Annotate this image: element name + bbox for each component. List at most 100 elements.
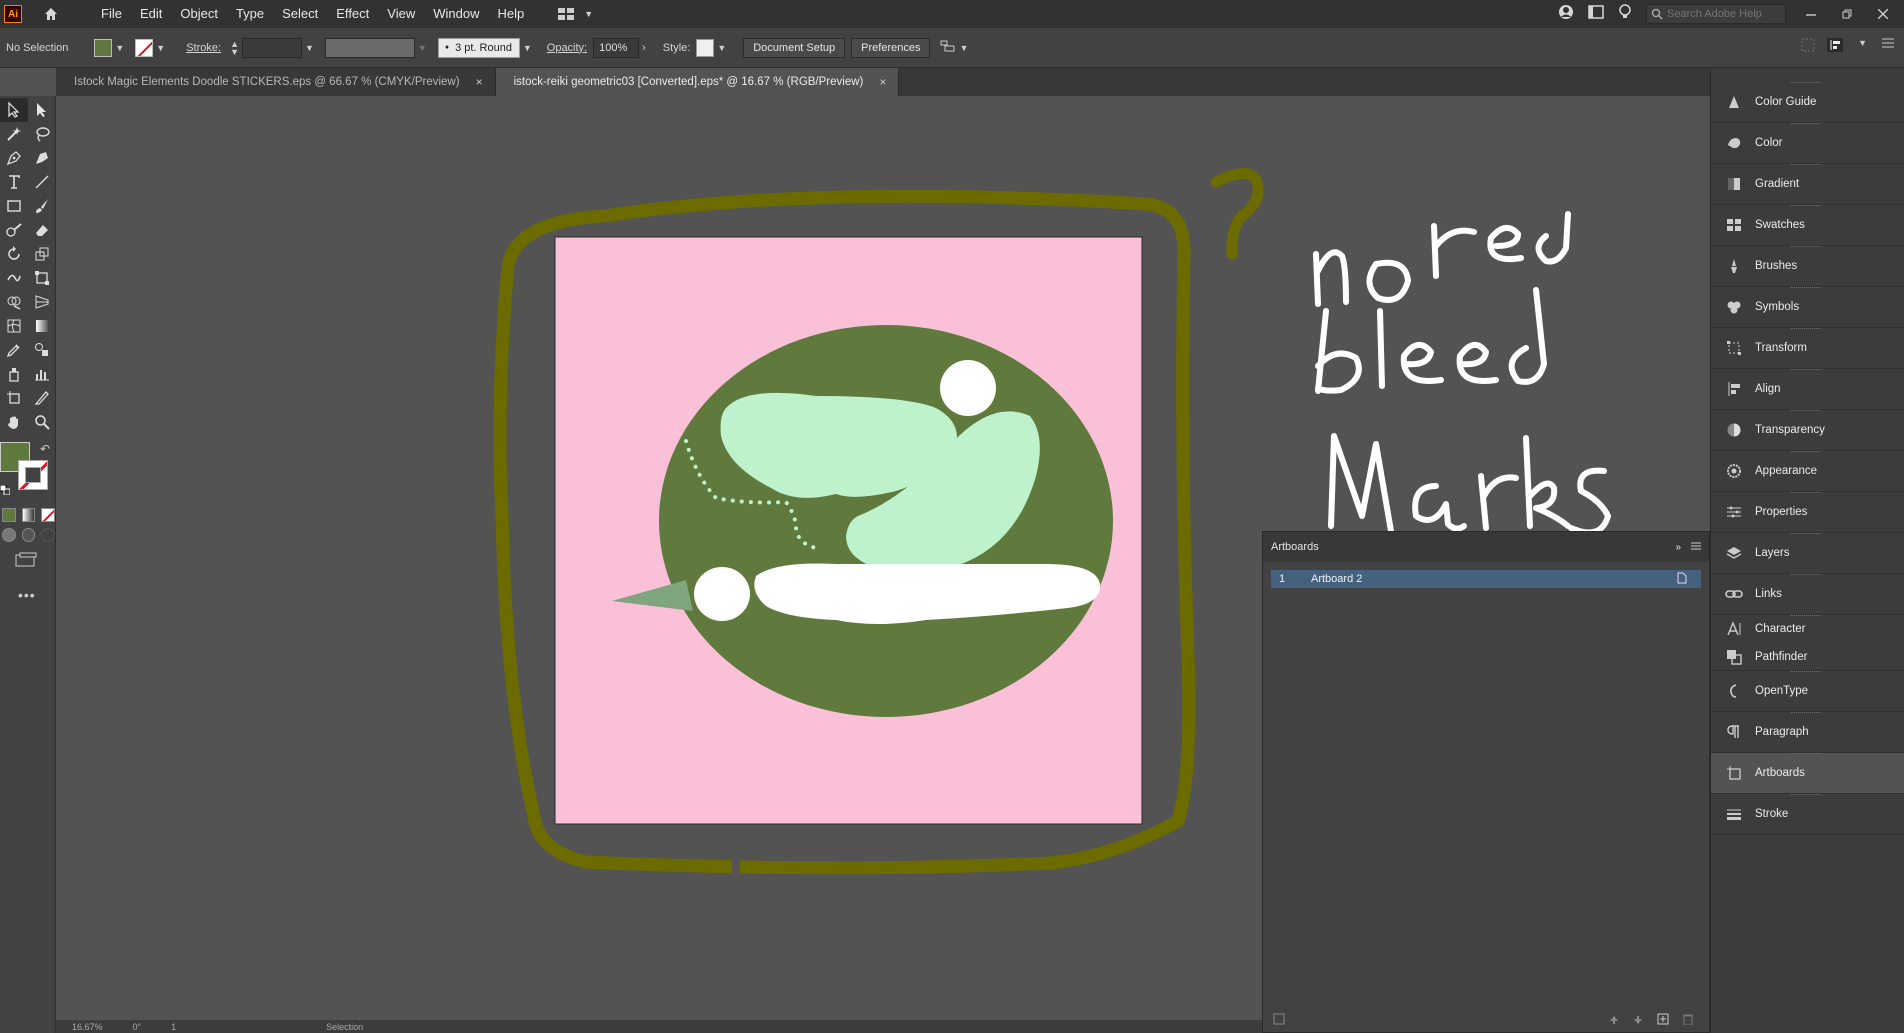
lasso-tool-icon[interactable] <box>28 122 56 146</box>
panel-layout-icon[interactable] <box>1588 4 1604 24</box>
hand-tool-icon[interactable] <box>0 410 28 434</box>
panel-appearance[interactable]: Appearance <box>1711 451 1904 492</box>
panel-links[interactable]: Links <box>1711 574 1904 615</box>
line-segment-tool-icon[interactable] <box>28 170 56 194</box>
opacity-input[interactable]: 100% <box>593 37 640 58</box>
transform-grid-icon[interactable] <box>1801 38 1815 55</box>
zoom-tool-icon[interactable] <box>28 410 56 434</box>
artboard-options-icon[interactable] <box>1677 572 1687 587</box>
artboard-tool-icon[interactable] <box>0 386 28 410</box>
slice-tool-icon[interactable] <box>28 386 56 410</box>
menu-type[interactable]: Type <box>227 0 273 28</box>
panel-character[interactable]: Character <box>1711 615 1904 643</box>
panel-brushes[interactable]: Brushes <box>1711 246 1904 287</box>
panel-pathfinder[interactable]: Pathfinder <box>1711 643 1904 671</box>
draw-normal-icon[interactable] <box>2 528 16 542</box>
edit-toolbar-icon[interactable]: ••• <box>18 587 55 603</box>
eyedropper-tool-icon[interactable] <box>0 338 28 362</box>
type-tool-icon[interactable] <box>0 170 28 194</box>
chevron-down-icon[interactable]: ▼ <box>302 43 317 53</box>
color-mode-button[interactable] <box>2 508 16 522</box>
menu-view[interactable]: View <box>378 0 424 28</box>
panel-color-guide[interactable]: Color Guide <box>1711 82 1904 123</box>
draw-inside-icon[interactable] <box>41 528 56 542</box>
minimize-window-icon[interactable] <box>1800 4 1822 24</box>
chevron-down-icon[interactable]: ▼ <box>714 43 729 53</box>
paintbrush-tool-icon[interactable] <box>28 194 56 218</box>
panel-align[interactable]: Align <box>1711 369 1904 410</box>
menu-edit[interactable]: Edit <box>131 0 171 28</box>
menu-select[interactable]: Select <box>273 0 327 28</box>
stroke-color-swatch[interactable] <box>135 38 154 57</box>
search-help-input[interactable] <box>1667 8 1777 20</box>
shaper-tool-icon[interactable] <box>0 218 28 242</box>
delete-artboard-icon[interactable] <box>1683 1012 1693 1030</box>
panel-artboards[interactable]: Artboards <box>1711 753 1904 794</box>
fill-stroke-widget[interactable]: ↶ <box>0 442 55 502</box>
pen-tool-icon[interactable] <box>0 146 28 170</box>
tab-doodle-stickers[interactable]: Istock Magic Elements Doodle STICKERS.ep… <box>56 68 496 96</box>
gradient-mode-button[interactable] <box>21 508 36 522</box>
free-transform-tool-icon[interactable] <box>28 266 56 290</box>
variable-width-profile[interactable] <box>324 37 415 58</box>
panel-color[interactable]: Color <box>1711 123 1904 164</box>
panel-transform[interactable]: Transform <box>1711 328 1904 369</box>
move-up-icon[interactable] <box>1609 1012 1619 1030</box>
align-panel-icon[interactable] <box>1827 38 1844 55</box>
artboard-list-row[interactable]: 1 Artboard 2 <box>1271 570 1701 588</box>
panel-menu-icon[interactable] <box>1882 38 1894 55</box>
shape-builder-tool-icon[interactable] <box>0 290 28 314</box>
gradient-tool-icon[interactable] <box>28 314 56 338</box>
panel-gradient[interactable]: Gradient <box>1711 164 1904 205</box>
blend-tool-icon[interactable] <box>28 338 56 362</box>
rearrange-artboards-icon[interactable] <box>1273 1012 1285 1030</box>
none-mode-button[interactable] <box>41 508 56 522</box>
graphic-style-swatch[interactable] <box>696 38 715 57</box>
panel-menu-icon[interactable] <box>1691 541 1701 553</box>
panel-symbols[interactable]: Symbols <box>1711 287 1904 328</box>
search-help-box[interactable] <box>1646 4 1786 24</box>
panel-properties[interactable]: Properties <box>1711 492 1904 533</box>
eraser-tool-icon[interactable] <box>28 218 56 242</box>
artboard-name[interactable]: Artboard 2 <box>1311 573 1677 585</box>
warp-tool-icon[interactable] <box>0 266 28 290</box>
lightbulb-icon[interactable] <box>1618 3 1632 25</box>
brush-definition-dropdown[interactable]: ● 3 pt. Round <box>437 37 520 58</box>
menu-file[interactable]: File <box>92 0 131 28</box>
chevron-down-icon[interactable]: ▼ <box>520 43 535 53</box>
stroke-label[interactable]: Stroke: <box>180 42 227 54</box>
menu-help[interactable]: Help <box>488 0 533 28</box>
selection-tool-icon[interactable] <box>0 98 28 122</box>
document-setup-button[interactable]: Document Setup <box>743 37 846 58</box>
menu-object[interactable]: Object <box>171 0 227 28</box>
swap-fill-stroke-icon[interactable]: ↶ <box>40 442 50 456</box>
opacity-label[interactable]: Opacity: <box>541 42 593 54</box>
close-window-icon[interactable] <box>1872 4 1894 24</box>
panel-opentype[interactable]: OpenType <box>1711 671 1904 712</box>
arrange-icon[interactable] <box>940 39 956 56</box>
default-colors-icon[interactable] <box>0 482 11 500</box>
close-icon[interactable]: × <box>879 75 886 89</box>
collapse-panel-icon[interactable]: » <box>1675 542 1681 553</box>
restore-window-icon[interactable] <box>1836 4 1858 24</box>
direct-selection-tool-icon[interactable] <box>28 98 56 122</box>
tab-reiki-geometric[interactable]: istock-reiki geometric03 [Converted].eps… <box>495 68 900 96</box>
home-icon[interactable] <box>40 3 62 25</box>
white-circle-top[interactable] <box>940 360 996 416</box>
zoom-level[interactable]: 16.67% <box>72 1022 103 1032</box>
artboard-navigator[interactable]: 1 <box>171 1022 176 1032</box>
panel-layers[interactable]: Layers <box>1711 533 1904 574</box>
symbol-sprayer-tool-icon[interactable] <box>0 362 28 386</box>
fill-color-swatch[interactable] <box>94 38 113 57</box>
menu-window[interactable]: Window <box>424 0 488 28</box>
move-down-icon[interactable] <box>1633 1012 1643 1030</box>
panel-paragraph[interactable]: Paragraph <box>1711 712 1904 753</box>
chevron-down-icon[interactable]: ▼ <box>153 43 168 53</box>
perspective-grid-tool-icon[interactable] <box>28 290 56 314</box>
panel-swatches[interactable]: Swatches <box>1711 205 1904 246</box>
close-icon[interactable]: × <box>476 75 483 89</box>
status-tool[interactable]: Selection <box>326 1022 363 1032</box>
chevron-right-icon[interactable]: › <box>639 42 649 54</box>
screen-mode-icon[interactable] <box>14 552 55 573</box>
stroke-weight-stepper[interactable]: ▲ ▼ <box>227 39 242 56</box>
